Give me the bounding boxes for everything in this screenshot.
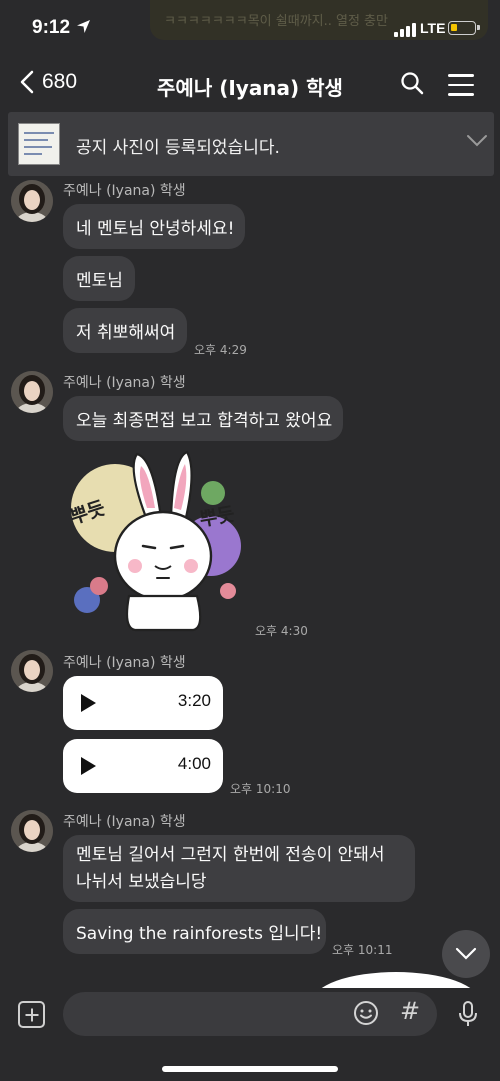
notice-thumbnail: [18, 123, 60, 165]
bunny-sticker[interactable]: 뿌듯 뿌듯: [63, 448, 253, 634]
avatar-image: [11, 810, 53, 852]
sender-name: 주예나 (Iyana) 학생: [63, 183, 186, 199]
location-arrow-icon: [77, 20, 90, 33]
microphone-icon[interactable]: [457, 1000, 479, 1028]
message-bubble[interactable]: 오늘 최종면접 보고 합격하고 왔어요: [63, 396, 343, 441]
sender-name: 주예나 (Iyana) 학생: [63, 655, 186, 671]
message-bubble[interactable]: 저 취뽀해써여: [63, 308, 187, 353]
notice-banner[interactable]: 공지 사진이 등록되었습니다.: [8, 112, 494, 176]
unread-count: 680: [42, 70, 78, 93]
input-bar: #: [0, 988, 500, 1081]
hash-icon[interactable]: #: [400, 997, 420, 1025]
status-time: 9:12: [32, 17, 71, 38]
play-icon[interactable]: [81, 694, 96, 712]
avatar[interactable]: [11, 180, 53, 222]
voice-message[interactable]: 3:20: [63, 676, 223, 730]
sender-name: 주예나 (Iyana) 학생: [63, 814, 186, 830]
chevron-left-icon: [20, 70, 34, 94]
bunny-sticker-image: 뿌듯 뿌듯: [68, 450, 241, 632]
notice-text: 공지 사진이 등록되었습니다.: [76, 138, 280, 158]
message-time: 오후 10:10: [230, 782, 291, 796]
message-bubble[interactable]: 멘토님 길어서 그런지 한번에 전송이 안돼서 나뉘서 보냈습니당: [63, 835, 415, 902]
voice-message[interactable]: 4:00: [63, 739, 223, 793]
signal-icon: [394, 23, 416, 37]
message-time: 오후 4:29: [194, 343, 247, 357]
menu-button[interactable]: [448, 74, 474, 103]
back-button[interactable]: 680: [20, 70, 77, 94]
status-bar: ㅋㅋㅋㅋㅋㅋㅋ목이 쉴때까지.. 열정 충만 9:12 LTE: [0, 0, 500, 58]
avatar-image: [11, 180, 53, 222]
avatar-image: [11, 650, 53, 692]
play-icon[interactable]: [81, 757, 96, 775]
search-button[interactable]: [400, 71, 424, 99]
chat-header: 680 주예나 (Iyana) 학생: [0, 58, 500, 110]
voice-duration: 4:00: [177, 754, 211, 773]
home-indicator: [162, 1066, 338, 1072]
carrier-label: LTE: [420, 20, 446, 36]
message-time: 오후 10:11: [332, 943, 393, 957]
message-bubble[interactable]: Saving the rainforests 입니다!: [63, 909, 326, 954]
message-time: 오후 4:30: [255, 624, 308, 638]
plus-square-icon[interactable]: [18, 1001, 45, 1028]
search-icon: [401, 72, 424, 95]
emoji-icon[interactable]: [353, 1000, 379, 1026]
battery-icon: [448, 21, 480, 35]
scroll-down-button[interactable]: [442, 930, 490, 978]
message-bubble[interactable]: 네 멘토님 안녕하세요!: [63, 204, 245, 249]
chat-title: 주예나 (Iyana) 학생: [157, 76, 343, 100]
voice-duration: 3:20: [177, 691, 211, 710]
hamburger-menu-icon: [448, 74, 474, 96]
avatar-image: [11, 371, 53, 413]
avatar[interactable]: [11, 650, 53, 692]
chevron-down-icon: [455, 947, 477, 960]
message-bubble[interactable]: 멘토님: [63, 256, 135, 301]
avatar[interactable]: [11, 371, 53, 413]
sender-name: 주예나 (Iyana) 학생: [63, 375, 186, 391]
message-input[interactable]: [63, 992, 437, 1036]
chevron-down-icon[interactable]: [466, 134, 488, 148]
avatar[interactable]: [11, 810, 53, 852]
